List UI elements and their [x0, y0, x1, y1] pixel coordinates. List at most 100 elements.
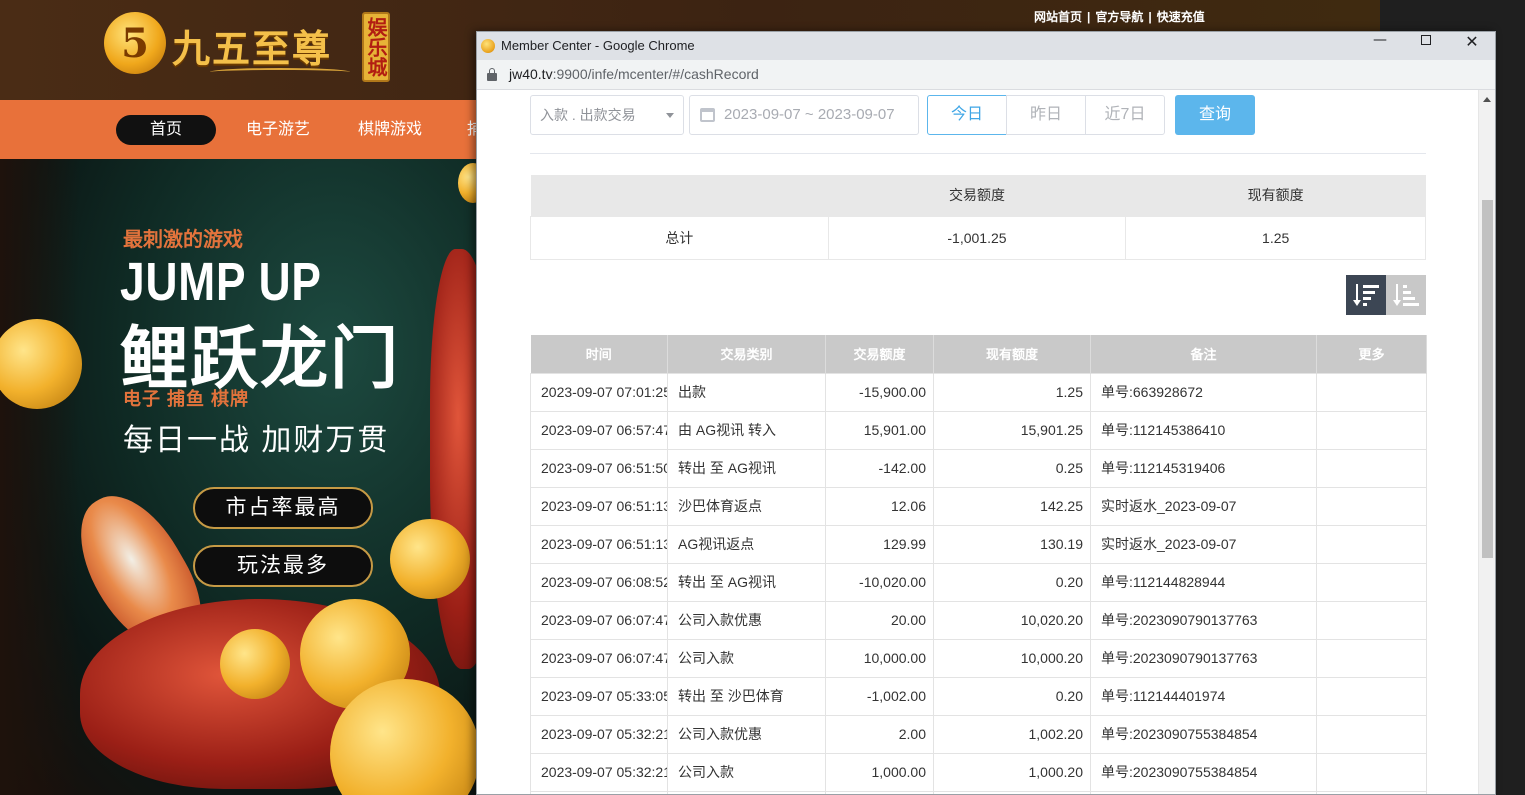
record-category: 转出 至 AG视讯 [667, 562, 826, 602]
column-header-amount[interactable]: 交易额度 [825, 335, 934, 373]
table-row[interactable]: 2023-09-07 06:51:13 AG视讯返点 129.99 130.19 实时返… [530, 524, 1427, 564]
record-more[interactable] [1316, 638, 1427, 678]
table-row[interactable]: 2023-09-07 05:32:21 公司入款 1,000.00 1,000.20 单… [530, 752, 1427, 792]
window-title: Member Center - Google Chrome [501, 38, 695, 53]
record-balance: 142.25 [933, 486, 1091, 526]
vertical-scrollbar[interactable] [1478, 90, 1495, 794]
column-header-balance[interactable]: 现有额度 [933, 335, 1091, 373]
close-button[interactable]: ✕ [1449, 32, 1495, 60]
record-category: AG视讯返点 [667, 524, 826, 564]
sort-descending-button[interactable] [1346, 275, 1386, 315]
table-row[interactable]: 2023-09-07 06:07:47 公司入款 10,000.00 10,000.2… [530, 638, 1427, 678]
record-category: 公司入款 [667, 638, 826, 678]
lock-icon[interactable] [487, 68, 497, 81]
table-row[interactable]: 2023-09-07 05:33:05 转出 至 沙巴体育 -1,002.00 0.2… [530, 676, 1427, 716]
banner-pill-most-games: 玩法最多 [193, 545, 373, 587]
calendar-icon [700, 108, 715, 122]
record-time: 2023-09-07 06:51:50 [530, 448, 668, 488]
record-remark [1090, 790, 1317, 794]
promo-banner[interactable]: 最刺激的游戏 JUMP UP 鲤跃龙门 电子 捕鱼 棋牌 每日一战 加财万贯 市… [0, 159, 500, 795]
transaction-type-select[interactable]: 入款 . 出款交易 [530, 95, 684, 135]
record-more[interactable] [1316, 562, 1427, 602]
record-remark: 实时返水_2023-09-07 [1090, 486, 1317, 526]
record-more[interactable] [1316, 524, 1427, 564]
minimize-button[interactable]: — [1357, 32, 1403, 60]
summary-header-row: 交易额度 现有额度 [530, 175, 1426, 216]
column-header-time[interactable]: 时间 [530, 335, 668, 373]
url-text[interactable]: jw40.tv:9900/infe/mcenter/#/cashRecord [509, 66, 759, 82]
table-row[interactable] [530, 790, 1427, 794]
record-category: 出款 [667, 372, 826, 412]
record-more[interactable] [1316, 486, 1427, 526]
record-balance: 1,002.20 [933, 714, 1091, 754]
nav-item-home[interactable]: 首页 [116, 115, 216, 145]
record-time: 2023-09-07 05:32:21 [530, 752, 668, 792]
nav-item-slots[interactable]: 电子游艺 [230, 115, 326, 145]
window-titlebar[interactable]: Member Center - Google Chrome — ✕ [477, 32, 1495, 60]
record-more[interactable] [1316, 372, 1427, 412]
table-row[interactable]: 2023-09-07 05:32:21 公司入款优惠 2.00 1,002.20 单号:… [530, 714, 1427, 754]
sort-ascending-button[interactable] [1386, 275, 1426, 315]
record-remark: 单号:112145319406 [1090, 448, 1317, 488]
top-link-home[interactable]: 网站首页 [1034, 10, 1082, 24]
date-range-picker[interactable]: 2023-09-07 ~ 2023-09-07 [689, 95, 919, 135]
records-header-row: 时间 交易类别 交易额度 现有额度 备注 更多 [530, 335, 1427, 373]
record-balance: 0.25 [933, 448, 1091, 488]
divider [530, 153, 1426, 154]
table-row[interactable]: 2023-09-07 06:51:13 沙巴体育返点 12.06 142.25 实时返水… [530, 486, 1427, 526]
record-more[interactable] [1316, 714, 1427, 754]
top-link-separator: | [1087, 10, 1091, 24]
chevron-down-icon [666, 113, 674, 118]
record-more[interactable] [1316, 600, 1427, 640]
record-time: 2023-09-07 07:01:25 [530, 372, 668, 412]
record-time: 2023-09-07 06:51:13 [530, 524, 668, 564]
nav-item-cards[interactable]: 棋牌游戏 [342, 115, 438, 145]
banner-shade [0, 159, 80, 795]
record-time: 2023-09-07 05:33:05 [530, 676, 668, 716]
logo-badge-icon[interactable]: 5 [104, 12, 166, 74]
record-time: 2023-09-07 06:51:13 [530, 486, 668, 526]
top-link-recharge[interactable]: 快速充值 [1157, 10, 1205, 24]
scroll-up-icon[interactable] [1483, 97, 1491, 102]
logo-text[interactable]: 九五至尊 [172, 18, 332, 73]
record-balance [933, 790, 1091, 794]
record-more[interactable] [1316, 790, 1427, 794]
today-button[interactable]: 今日 [927, 95, 1007, 135]
top-link-guide[interactable]: 官方导航 [1095, 10, 1143, 24]
record-more[interactable] [1316, 410, 1427, 450]
column-header-more[interactable]: 更多 [1316, 335, 1427, 373]
yesterday-button[interactable]: 昨日 [1006, 95, 1086, 135]
record-time: 2023-09-07 05:32:21 [530, 714, 668, 754]
maximize-button[interactable] [1403, 32, 1449, 60]
record-category [667, 790, 826, 794]
query-button[interactable]: 查询 [1175, 95, 1255, 135]
bar [1363, 303, 1367, 306]
record-more[interactable] [1316, 752, 1427, 792]
date-range-value: 2023-09-07 ~ 2023-09-07 [724, 106, 895, 123]
table-row[interactable]: 2023-09-07 06:08:52 转出 至 AG视讯 -10,020.00 0.… [530, 562, 1427, 602]
record-remark: 单号:112144401974 [1090, 676, 1317, 716]
record-amount: 15,901.00 [825, 410, 934, 450]
last-7-days-button[interactable]: 近7日 [1085, 95, 1165, 135]
record-more[interactable] [1316, 448, 1427, 488]
record-balance: 15,901.25 [933, 410, 1091, 450]
scrollbar-thumb[interactable] [1482, 200, 1493, 558]
address-bar[interactable]: jw40.tv:9900/infe/mcenter/#/cashRecord [477, 60, 1495, 90]
table-row[interactable]: 2023-09-07 07:01:25 出款 -15,900.00 1.25 单号:66… [530, 372, 1427, 412]
table-row[interactable]: 2023-09-07 06:57:47 由 AG视讯 转入 15,901.00 15,… [530, 410, 1427, 450]
table-row[interactable]: 2023-09-07 06:07:47 公司入款优惠 20.00 10,020.20 单… [530, 600, 1427, 640]
record-remark: 单号:2023090790137763 [1090, 600, 1317, 640]
record-amount: -142.00 [825, 448, 934, 488]
summary-total-row: 总计 -1,001.25 1.25 [530, 215, 1426, 260]
column-header-category[interactable]: 交易类别 [667, 335, 826, 373]
gold-coin-icon [220, 629, 290, 699]
column-header-remark[interactable]: 备注 [1090, 335, 1317, 373]
record-amount: 20.00 [825, 600, 934, 640]
record-category: 公司入款优惠 [667, 600, 826, 640]
top-links: 网站首页 | 官方导航 | 快速充值 [1034, 8, 1205, 25]
maximize-icon [1421, 35, 1431, 45]
record-remark: 单号:112145386410 [1090, 410, 1317, 450]
table-row[interactable]: 2023-09-07 06:51:50 转出 至 AG视讯 -142.00 0.25 单… [530, 448, 1427, 488]
summary-balance: 1.25 [1125, 215, 1426, 260]
record-more[interactable] [1316, 676, 1427, 716]
